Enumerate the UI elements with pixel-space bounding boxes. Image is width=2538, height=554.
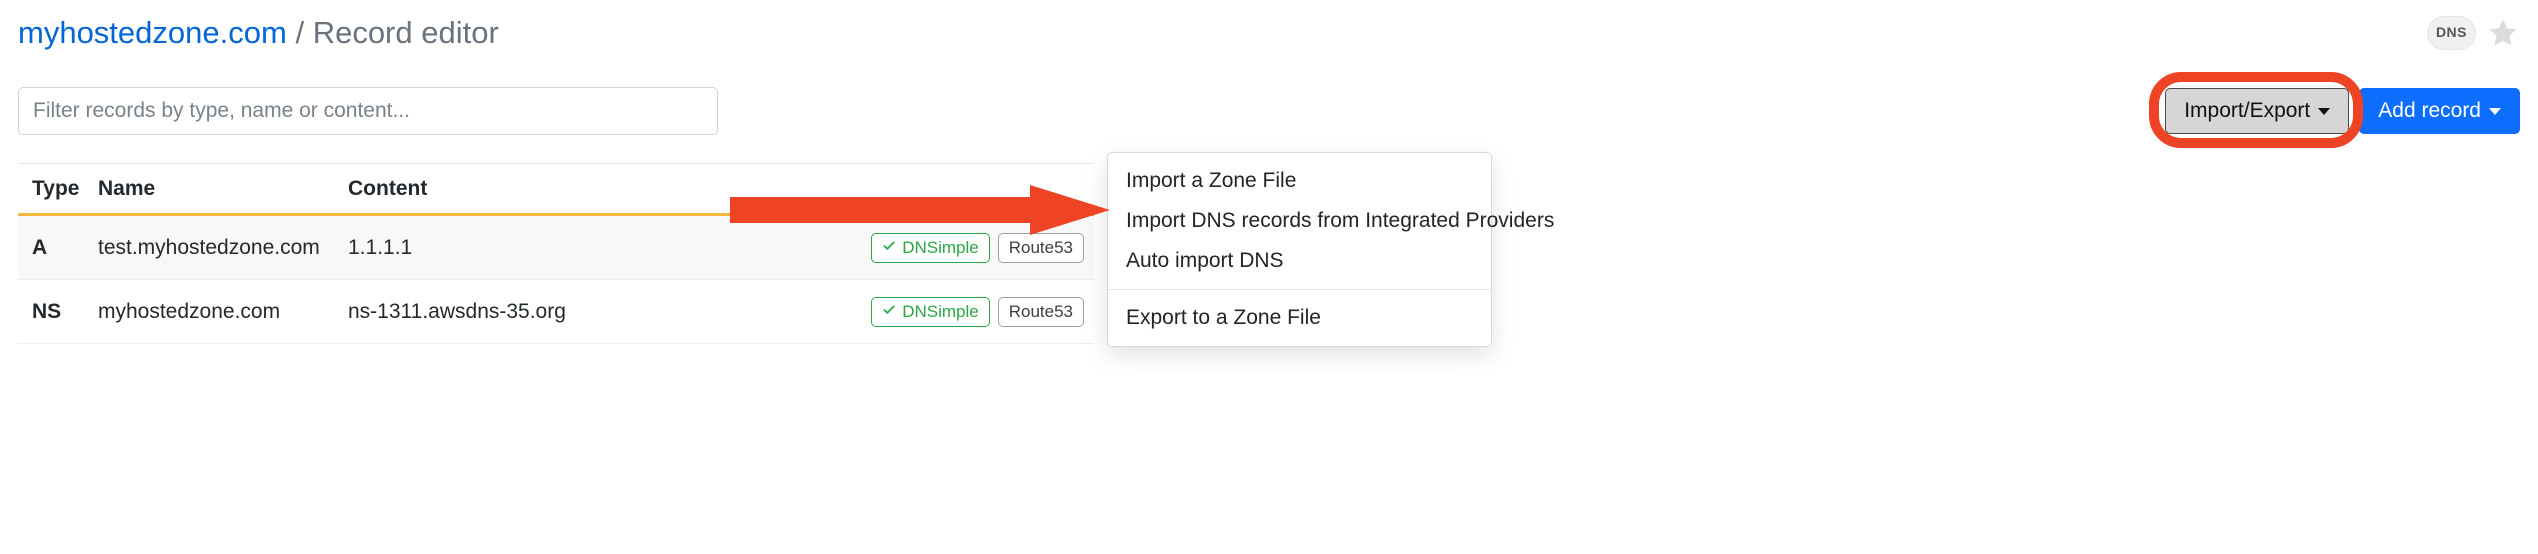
provider-secondary-label: Route53 [1009, 302, 1073, 322]
cell-content: 1.1.1.1 [348, 236, 864, 260]
dropdown-item-auto-import[interactable]: Auto import DNS [1108, 241, 1491, 281]
col-header-name[interactable]: Name [98, 177, 348, 201]
cell-providers: DNSimple Route53 [864, 297, 1094, 327]
provider-badge-primary[interactable]: DNSimple [871, 233, 990, 263]
provider-primary-label: DNSimple [902, 238, 979, 258]
dropdown-divider [1108, 289, 1491, 290]
caret-down-icon [2489, 108, 2501, 115]
check-icon [882, 302, 896, 322]
dropdown-item-export-zone[interactable]: Export to a Zone File [1108, 298, 1491, 338]
cell-name: test.myhostedzone.com [98, 236, 348, 260]
provider-badge-primary[interactable]: DNSimple [871, 297, 990, 327]
cell-name: myhostedzone.com [98, 300, 348, 324]
add-record-label: Add record [2378, 99, 2481, 123]
cell-providers: DNSimple Route53 [864, 233, 1094, 263]
dropdown-item-import-integrated[interactable]: Import DNS records from Integrated Provi… [1108, 201, 1491, 241]
page-header: myhostedzone.com / Record editor DNS [18, 14, 2520, 51]
check-icon [882, 238, 896, 258]
dns-pill[interactable]: DNS [2427, 16, 2476, 50]
breadcrumb-domain-link[interactable]: myhostedzone.com [18, 15, 287, 50]
import-export-dropdown: Import a Zone File Import DNS records fr… [1107, 152, 1492, 347]
col-header-type[interactable]: Type [18, 177, 98, 201]
cell-type: NS [18, 300, 98, 324]
filter-input[interactable] [18, 87, 718, 135]
cell-type: A [18, 236, 98, 260]
col-header-content[interactable]: Content [348, 177, 864, 201]
caret-down-icon [2318, 108, 2330, 115]
provider-secondary-label: Route53 [1009, 238, 1073, 258]
provider-badge-secondary[interactable]: Route53 [998, 233, 1084, 263]
toolbar: Import/Export Add record [18, 87, 2520, 135]
table-header-row: Type Name Content [18, 164, 1094, 216]
dropdown-item-import-zone[interactable]: Import a Zone File [1108, 161, 1491, 201]
star-icon[interactable] [2486, 16, 2520, 50]
breadcrumb-current: Record editor [313, 15, 499, 50]
cell-content: ns-1311.awsdns-35.org [348, 300, 864, 324]
page-root: myhostedzone.com / Record editor DNS Imp… [0, 0, 2538, 344]
annotation-highlight-ring: Import/Export [2165, 88, 2349, 134]
records-table: Type Name Content A test.myhostedzone.co… [18, 163, 1094, 344]
provider-badge-secondary[interactable]: Route53 [998, 297, 1084, 327]
import-export-label: Import/Export [2184, 99, 2310, 123]
import-export-button[interactable]: Import/Export [2165, 88, 2349, 134]
breadcrumb: myhostedzone.com / Record editor [18, 14, 499, 51]
table-row[interactable]: A test.myhostedzone.com 1.1.1.1 DNSimple… [18, 216, 1094, 280]
table-row[interactable]: NS myhostedzone.com ns-1311.awsdns-35.or… [18, 280, 1094, 344]
provider-primary-label: DNSimple [902, 302, 979, 322]
add-record-button[interactable]: Add record [2359, 88, 2520, 134]
breadcrumb-separator: / [295, 15, 304, 50]
